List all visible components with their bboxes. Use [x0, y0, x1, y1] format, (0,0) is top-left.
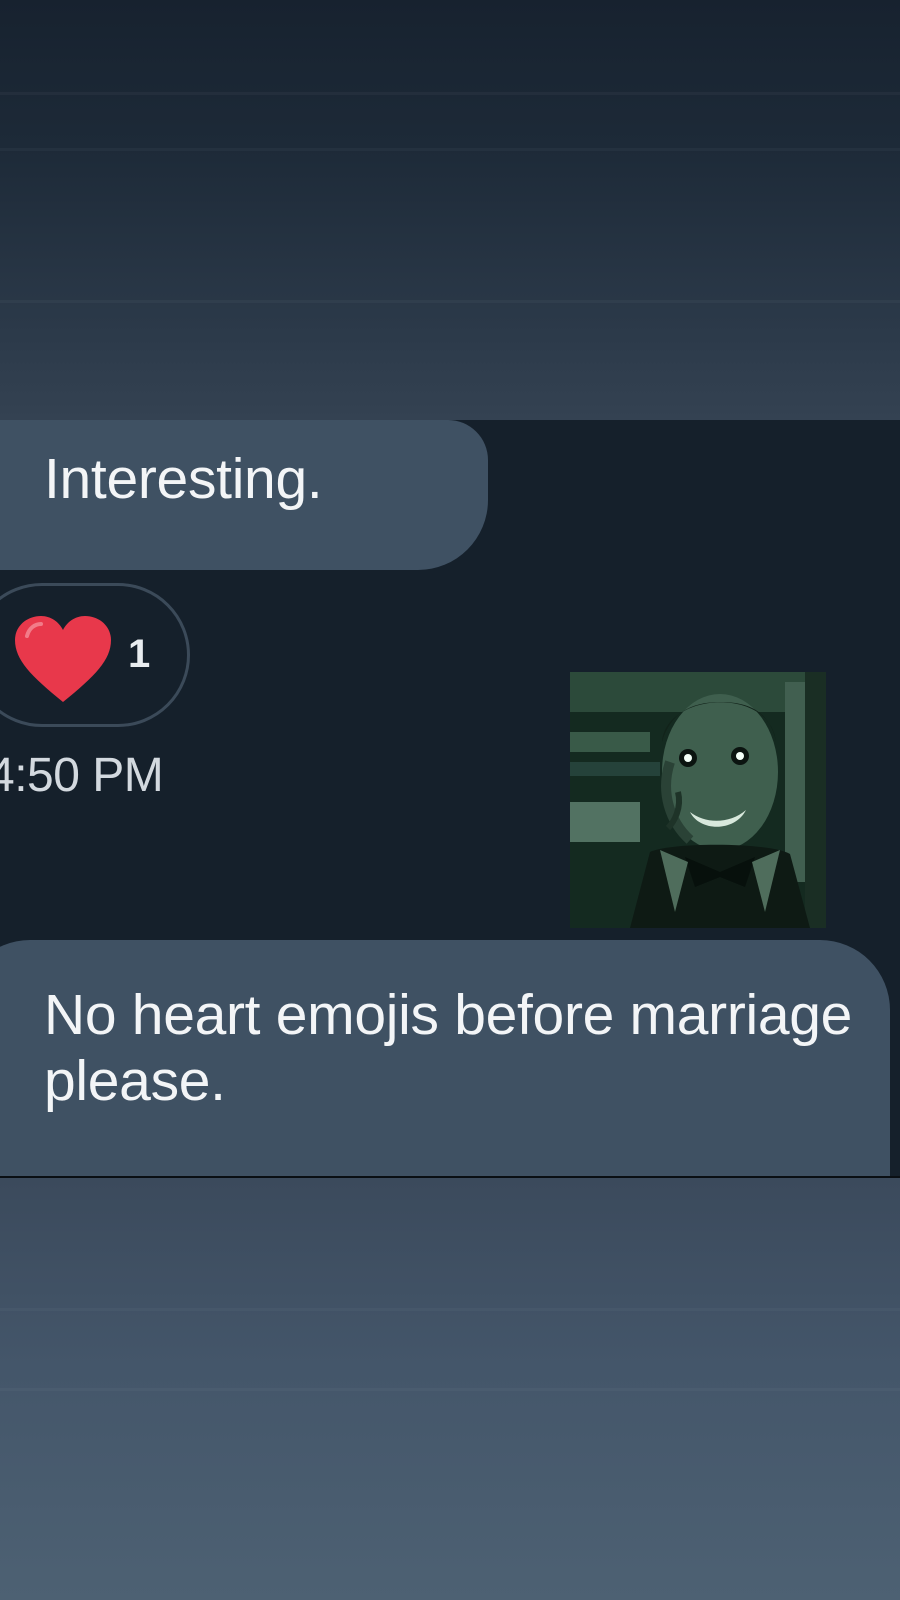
heart-icon [15, 616, 111, 702]
reaction-count: 1 [128, 632, 151, 676]
reaction-pill[interactable]: 1 [0, 583, 190, 727]
message-text: No heart emojis before marriage please. [44, 983, 853, 1113]
message-text: Interesting. [44, 447, 323, 511]
chat-area: Interesting. 1 4:50 PM No heart emojis b… [0, 420, 900, 1178]
top-background [0, 0, 900, 420]
bottom-background [0, 1178, 900, 1600]
message-bubble[interactable]: Interesting. [0, 420, 488, 570]
message-bubble[interactable]: No heart emojis before marriage please. [0, 940, 890, 1178]
meme-image [570, 672, 826, 928]
message-timestamp: 4:50 PM [0, 749, 164, 802]
zombie-face-image [570, 672, 826, 928]
